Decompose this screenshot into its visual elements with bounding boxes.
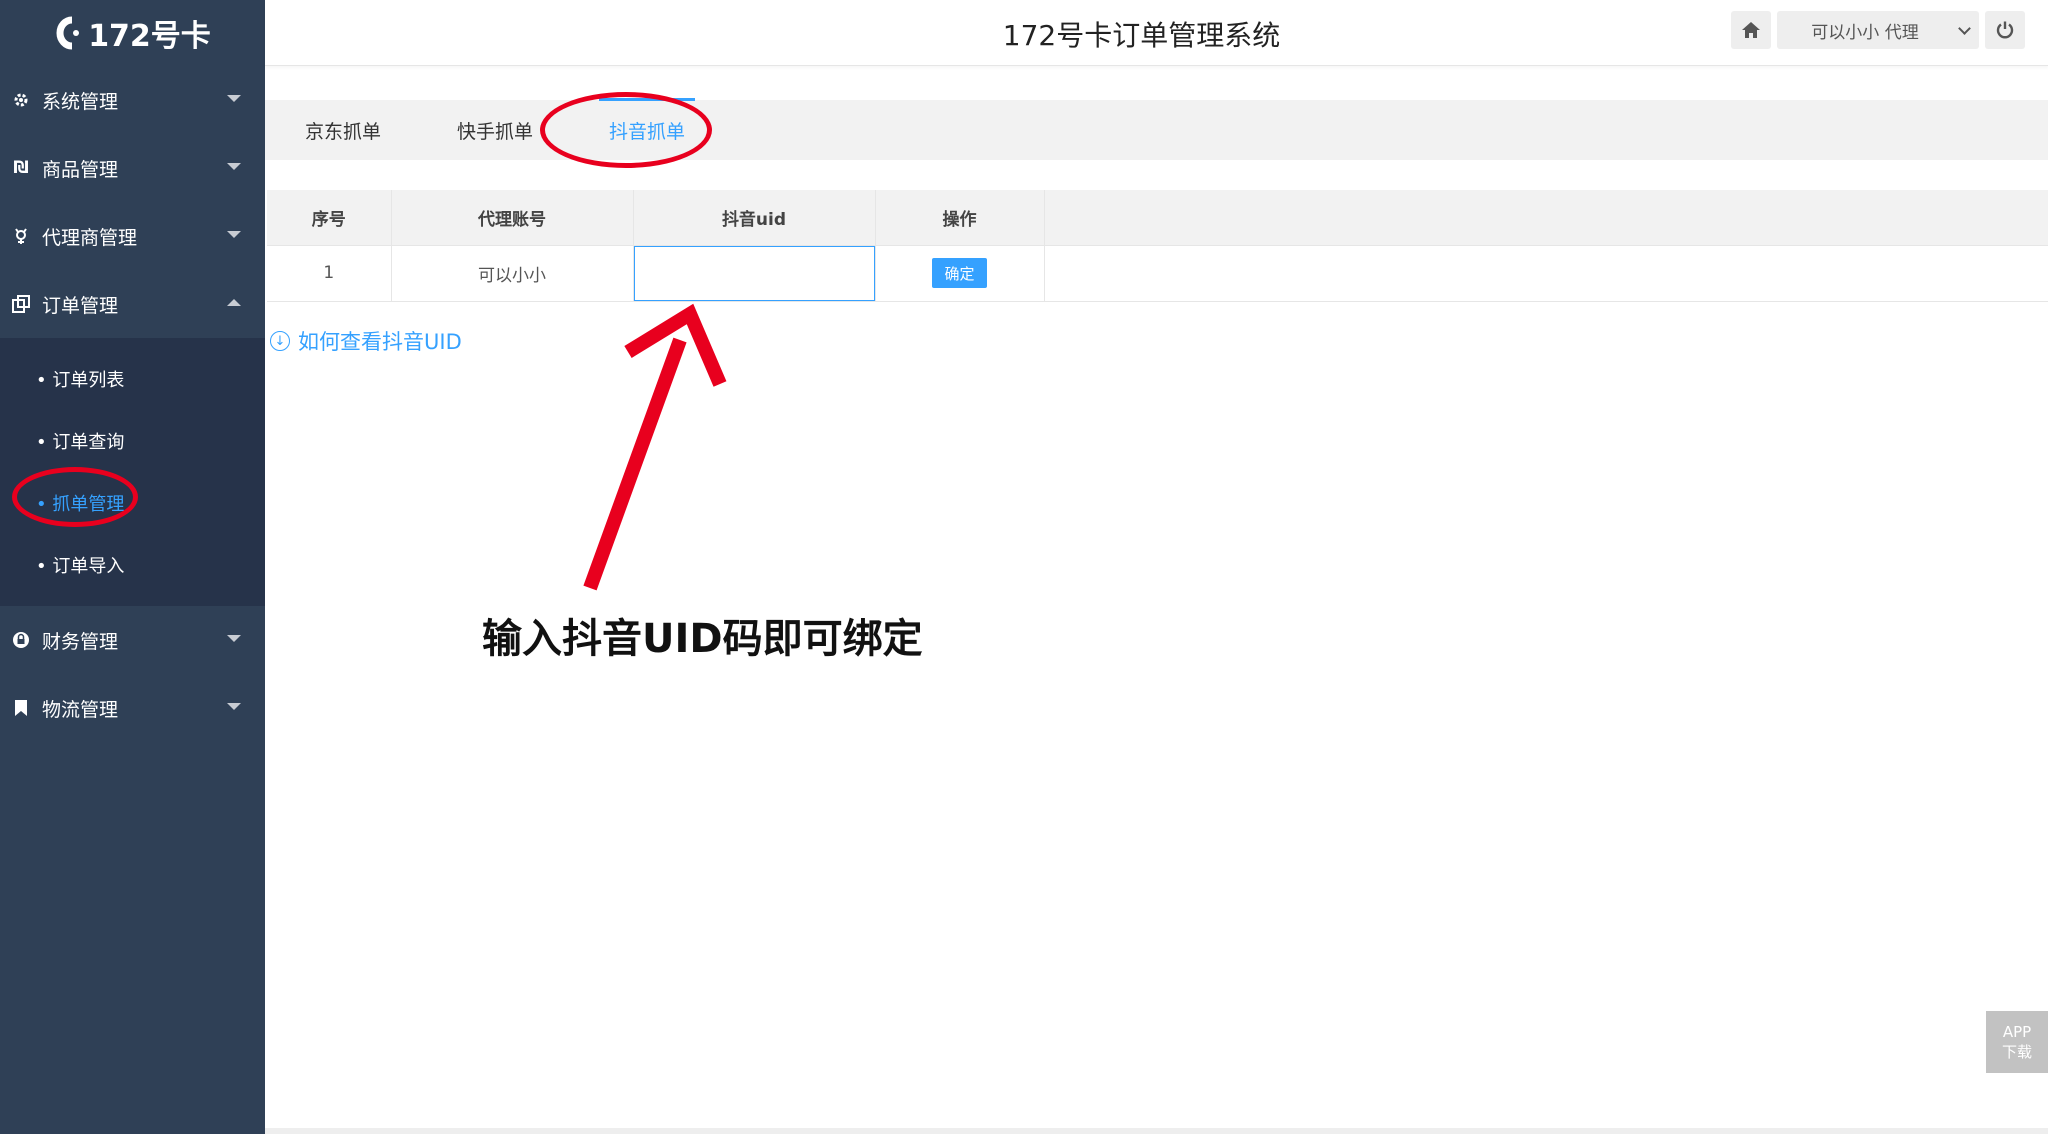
sidebar-item-product[interactable]: ₪ 商品管理 [0, 134, 265, 202]
tab-bar: 京东抓单 快手抓单 抖音抓单 [265, 98, 2048, 160]
gear-icon [12, 91, 30, 109]
logo-icon [54, 16, 80, 50]
app-download-button[interactable]: APP 下载 [1986, 1011, 2048, 1073]
sidebar-item-order-list[interactable]: • 订单列表 [0, 348, 265, 410]
help-link[interactable]: ↓ 如何查看抖音UID [270, 326, 462, 356]
uid-table: 序号 代理账号 抖音uid 操作 1 可以小小 确定 [267, 190, 2048, 302]
copy-icon [12, 295, 30, 313]
home-button[interactable] [1731, 11, 1771, 49]
user-select[interactable]: 可以小小 代理 [1777, 11, 1979, 49]
shekel-icon: ₪ [13, 158, 29, 178]
transgender-icon [12, 227, 30, 245]
user-label: 可以小小 代理 [1811, 22, 1919, 43]
chevron-down-icon [1958, 22, 1971, 35]
sidebar-item-finance[interactable]: 财务管理 [0, 606, 265, 674]
cell-index: 1 [267, 245, 392, 302]
power-icon [1996, 21, 2014, 39]
app-download-line2: 下载 [2001, 1042, 2032, 1061]
arrow-down-circle-icon: ↓ [270, 331, 290, 351]
table-header-row: 序号 代理账号 抖音uid 操作 [267, 190, 2048, 246]
sidebar-item-agent[interactable]: 代理商管理 [0, 202, 265, 270]
caret-down-icon [227, 703, 241, 710]
tab-jd[interactable]: 京东抓单 [265, 100, 419, 160]
help-link-text: 如何查看抖音UID [298, 330, 462, 354]
horizontal-scrollbar[interactable] [265, 1128, 2048, 1134]
cell-action: 确定 [875, 245, 1045, 302]
sidebar-item-order-import[interactable]: • 订单导入 [0, 534, 265, 596]
col-header-index: 序号 [267, 190, 392, 246]
cell-account: 可以小小 [391, 245, 634, 302]
cell-uid [633, 245, 876, 302]
logout-button[interactable] [1985, 11, 2025, 49]
sidebar-item-label: 财务管理 [42, 630, 119, 653]
app-root: 172号卡 系统管理 ₪ 商品管理 代理商管理 订单管理 • 订单列表 • 订单… [0, 0, 2048, 1134]
bookmark-icon [12, 699, 30, 717]
confirm-button[interactable]: 确定 [932, 258, 987, 288]
app-download-line1: APP [2002, 1022, 2032, 1041]
sidebar-item-label: 商品管理 [42, 158, 119, 181]
caret-down-icon [227, 163, 241, 170]
logo[interactable]: 172号卡 [0, 0, 265, 66]
col-header-empty [1044, 190, 2048, 246]
sidebar-item-logistics[interactable]: 物流管理 [0, 674, 265, 742]
douyin-uid-input[interactable] [633, 245, 875, 301]
tab-douyin[interactable]: 抖音抓单 [571, 98, 723, 160]
sidebar-item-order[interactable]: 订单管理 [0, 270, 265, 338]
table-row: 1 可以小小 确定 [267, 245, 2048, 302]
annotation-text: 输入抖音UID码即可绑定 [482, 616, 923, 662]
annotation-arrow-icon [583, 303, 727, 591]
header: 172号卡订单管理系统 可以小小 代理 [265, 0, 2048, 66]
lock-icon [12, 631, 30, 649]
caret-down-icon [227, 95, 241, 102]
sidebar-item-grab-order[interactable]: • 抓单管理 [0, 472, 265, 534]
col-header-uid: 抖音uid [633, 190, 876, 246]
home-icon [1742, 22, 1760, 38]
sidebar-item-label: 代理商管理 [42, 226, 138, 249]
sidebar-item-system[interactable]: 系统管理 [0, 66, 265, 134]
sidebar: 172号卡 系统管理 ₪ 商品管理 代理商管理 订单管理 • 订单列表 • 订单… [0, 0, 265, 1134]
caret-up-icon [227, 299, 241, 306]
sidebar-item-label: 系统管理 [42, 90, 119, 113]
tab-kuaishou[interactable]: 快手抓单 [419, 100, 571, 160]
col-header-action: 操作 [875, 190, 1045, 246]
sidebar-item-label: 订单管理 [42, 294, 119, 317]
caret-down-icon [227, 231, 241, 238]
col-header-account: 代理账号 [391, 190, 634, 246]
logo-text: 172号卡 [88, 19, 211, 54]
order-submenu: • 订单列表 • 订单查询 • 抓单管理 • 订单导入 [0, 338, 265, 606]
sidebar-item-order-query[interactable]: • 订单查询 [0, 410, 265, 472]
caret-down-icon [227, 635, 241, 642]
cell-empty [1044, 245, 2048, 302]
sidebar-item-label: 物流管理 [42, 698, 119, 721]
